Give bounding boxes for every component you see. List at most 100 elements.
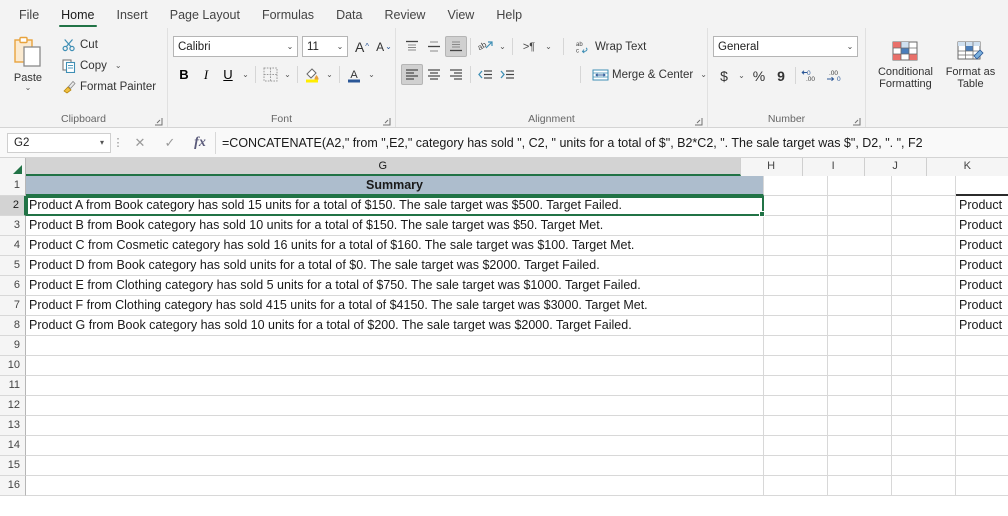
decrease-indent-button[interactable]: [474, 64, 496, 85]
fill-color-dropdown-chevron-icon[interactable]: ⌄: [323, 64, 336, 85]
cell-i11[interactable]: [828, 376, 892, 396]
cell-g13[interactable]: [26, 416, 764, 436]
number-format-chevron-down-icon[interactable]: ⌄: [843, 42, 857, 51]
cell-k4[interactable]: Product: [956, 236, 1008, 256]
cell-g8[interactable]: Product G from Book category has sold 10…: [26, 316, 764, 336]
cell-g16[interactable]: [26, 476, 764, 496]
tab-page-layout[interactable]: Page Layout: [159, 5, 251, 28]
number-format-combo[interactable]: General ⌄: [713, 36, 858, 57]
row-header-9[interactable]: 9: [0, 336, 26, 356]
orientation-dropdown-chevron-icon[interactable]: ⌄: [496, 36, 509, 57]
tab-insert[interactable]: Insert: [106, 5, 159, 28]
column-header-g[interactable]: G: [26, 158, 741, 176]
cell-k8[interactable]: Product: [956, 316, 1008, 336]
clipboard-dialog-launcher[interactable]: [154, 117, 163, 126]
cell-j12[interactable]: [892, 396, 956, 416]
cell-g11[interactable]: [26, 376, 764, 396]
cell-i5[interactable]: [828, 256, 892, 276]
font-size-combo[interactable]: 11 ⌄: [302, 36, 348, 57]
tab-review[interactable]: Review: [373, 5, 436, 28]
cell-h8[interactable]: [764, 316, 828, 336]
decrease-font-size-button[interactable]: A ⌄: [373, 36, 395, 57]
font-name-combo[interactable]: Calibri ⌄: [173, 36, 298, 57]
column-header-k[interactable]: K: [926, 158, 1008, 176]
underline-dropdown-chevron-icon[interactable]: ⌄: [239, 64, 252, 85]
cell-j15[interactable]: [892, 456, 956, 476]
borders-button[interactable]: [259, 64, 281, 85]
copy-button[interactable]: Copy ⌄: [57, 55, 159, 76]
tab-data[interactable]: Data: [325, 5, 373, 28]
tab-help[interactable]: Help: [485, 5, 533, 28]
cell-j7[interactable]: [892, 296, 956, 316]
cell-h5[interactable]: [764, 256, 828, 276]
decrease-decimal-button[interactable]: .00 0: [823, 65, 847, 86]
tab-home[interactable]: Home: [50, 5, 105, 28]
cell-g10[interactable]: [26, 356, 764, 376]
column-header-h[interactable]: H: [740, 158, 803, 176]
wrap-text-button[interactable]: ab c Wrap Text: [572, 36, 649, 57]
cell-g15[interactable]: [26, 456, 764, 476]
font-color-button[interactable]: A: [343, 64, 365, 85]
row-header-6[interactable]: 6: [0, 276, 26, 296]
row-header-14[interactable]: 14: [0, 436, 26, 456]
cell-j10[interactable]: [892, 356, 956, 376]
currency-format-button[interactable]: $: [713, 65, 735, 86]
text-direction-button[interactable]: >¶: [516, 36, 542, 57]
cell-h11[interactable]: [764, 376, 828, 396]
increase-font-size-button[interactable]: A ^: [351, 36, 373, 57]
cell-i13[interactable]: [828, 416, 892, 436]
cell-k9[interactable]: [956, 336, 1008, 356]
cell-j9[interactable]: [892, 336, 956, 356]
cell-h4[interactable]: [764, 236, 828, 256]
format-painter-button[interactable]: Format Painter: [57, 76, 159, 97]
cell-i12[interactable]: [828, 396, 892, 416]
cell-h3[interactable]: [764, 216, 828, 236]
cell-i9[interactable]: [828, 336, 892, 356]
row-header-2[interactable]: 2: [0, 196, 26, 216]
cell-i3[interactable]: [828, 216, 892, 236]
cell-g7[interactable]: Product F from Clothing category has sol…: [26, 296, 764, 316]
alignment-dialog-launcher[interactable]: [694, 117, 703, 126]
cell-k10[interactable]: [956, 356, 1008, 376]
insert-function-button[interactable]: fx: [185, 132, 215, 154]
cell-g3[interactable]: Product B from Book category has sold 10…: [26, 216, 764, 236]
cell-k13[interactable]: [956, 416, 1008, 436]
cell-g1[interactable]: Summary: [26, 176, 764, 196]
increase-decimal-button[interactable]: 0 .00: [799, 65, 823, 86]
name-box[interactable]: G2 ▾: [7, 132, 111, 153]
row-header-3[interactable]: 3: [0, 216, 26, 236]
cell-h13[interactable]: [764, 416, 828, 436]
cell-k14[interactable]: [956, 436, 1008, 456]
conditional-formatting-button[interactable]: Conditional Formatting: [871, 37, 940, 90]
cell-h12[interactable]: [764, 396, 828, 416]
cell-k2[interactable]: Product: [956, 196, 1008, 216]
cell-h9[interactable]: [764, 336, 828, 356]
tab-view[interactable]: View: [436, 5, 485, 28]
font-name-chevron-down-icon[interactable]: ⌄: [283, 42, 297, 51]
row-header-10[interactable]: 10: [0, 356, 26, 376]
column-header-i[interactable]: I: [802, 158, 865, 176]
row-header-8[interactable]: 8: [0, 316, 26, 336]
row-header-1[interactable]: 1: [0, 176, 26, 196]
cell-j1[interactable]: [892, 176, 956, 196]
text-direction-dropdown-chevron-icon[interactable]: ⌄: [542, 36, 555, 57]
borders-dropdown-chevron-icon[interactable]: ⌄: [281, 64, 294, 85]
cell-j6[interactable]: [892, 276, 956, 296]
cell-i7[interactable]: [828, 296, 892, 316]
cell-k6[interactable]: Product: [956, 276, 1008, 296]
increase-indent-button[interactable]: [496, 64, 518, 85]
cell-g2[interactable]: Product A from Book category has sold 15…: [26, 196, 764, 216]
copy-dropdown-chevron-icon[interactable]: ⌄: [115, 62, 122, 70]
row-header-16[interactable]: 16: [0, 476, 26, 496]
cell-i4[interactable]: [828, 236, 892, 256]
cell-k7[interactable]: Product: [956, 296, 1008, 316]
cell-g12[interactable]: [26, 396, 764, 416]
cell-j5[interactable]: [892, 256, 956, 276]
cell-g5[interactable]: Product D from Book category has sold un…: [26, 256, 764, 276]
italic-button[interactable]: I: [195, 64, 217, 85]
font-size-chevron-down-icon[interactable]: ⌄: [333, 42, 347, 51]
row-header-7[interactable]: 7: [0, 296, 26, 316]
cell-j11[interactable]: [892, 376, 956, 396]
cut-button[interactable]: Cut: [57, 34, 159, 55]
paste-dropdown-chevron-icon[interactable]: ⌄: [25, 84, 32, 92]
